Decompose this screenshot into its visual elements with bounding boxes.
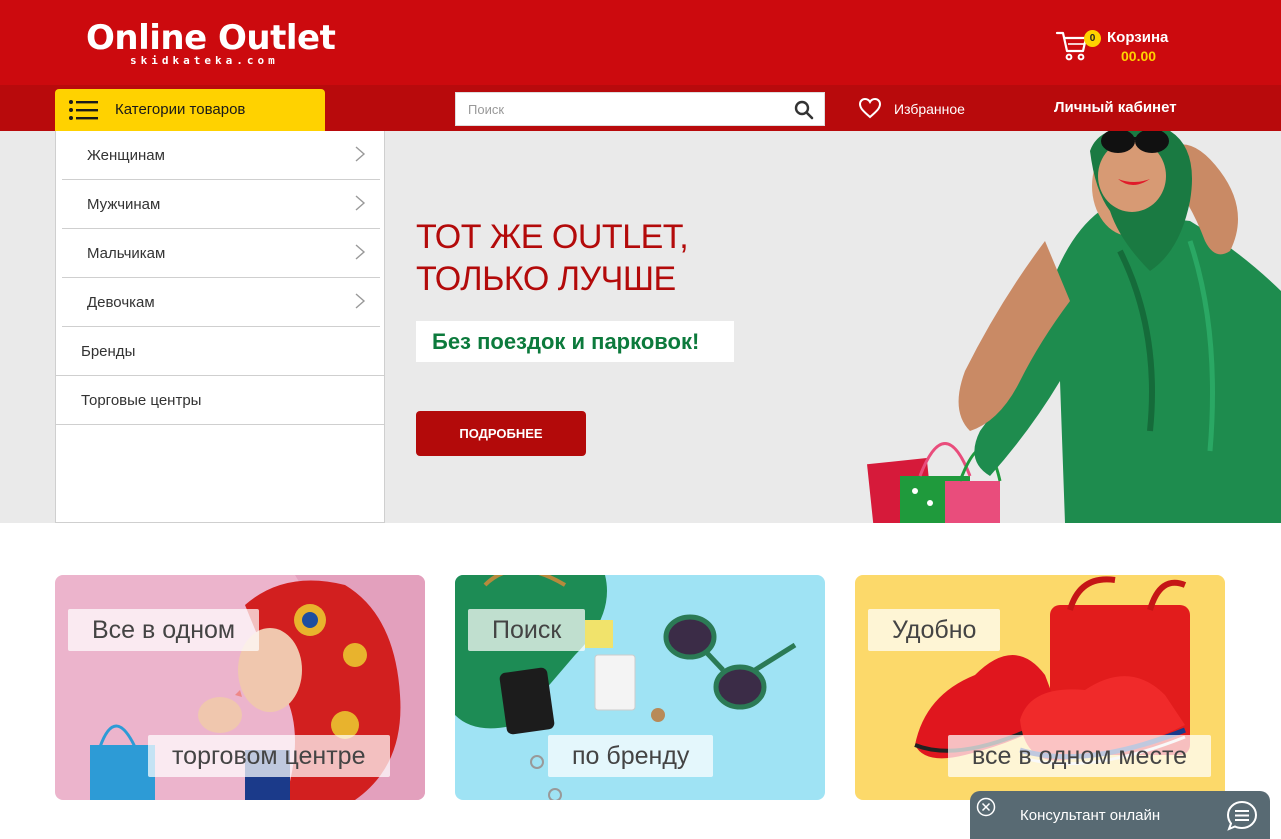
categories-button[interactable]: Категории товаров: [55, 89, 325, 131]
promo-tag-bottom: по бренду: [548, 735, 714, 777]
logo[interactable]: Online Outlet skidkateka.com: [86, 18, 336, 67]
chevron-right-icon: [355, 293, 366, 309]
hero-title-line1: ТОТ ЖЕ OUTLET,: [416, 218, 689, 256]
menu-item-brands[interactable]: Бренды: [56, 327, 384, 376]
menu-item-women[interactable]: Женщинам: [62, 131, 380, 180]
cart-count-badge: 0: [1084, 30, 1101, 47]
search-icon[interactable]: [794, 100, 814, 120]
menu-item-label: Мальчикам: [87, 245, 166, 262]
cart-total: 00.00: [1121, 48, 1157, 64]
chevron-right-icon: [355, 146, 366, 162]
menu-item-label: Девочкам: [87, 294, 155, 311]
promo-tag-top: Удобно: [868, 609, 1001, 651]
menu-item-malls[interactable]: Торговые центры: [56, 376, 384, 425]
promo-card-convenient[interactable]: Удобно все в одном месте: [855, 575, 1225, 800]
logo-title: Online Outlet: [86, 18, 336, 58]
menu-item-men[interactable]: Мужчинам: [62, 180, 380, 229]
menu-burger-icon: [69, 100, 98, 120]
favorites-label: Избранное: [894, 101, 965, 117]
menu-item-label: Женщинам: [87, 147, 165, 164]
promo-tag-top: Все в одном: [68, 609, 260, 651]
account-link[interactable]: Личный кабинет: [1054, 99, 1177, 116]
menu-item-label: Бренды: [81, 343, 136, 360]
heart-icon: [858, 97, 882, 119]
promo-card-brand[interactable]: Поиск по бренду: [455, 575, 825, 800]
consultant-label: Консультант онлайн: [1020, 807, 1161, 824]
close-icon[interactable]: [976, 797, 996, 817]
hero-subtitle: Без поездок и парковок!: [416, 321, 734, 362]
promo-tag-bottom: торговом центре: [148, 735, 390, 777]
hero-title: ТОТ ЖЕ OUTLET, ТОЛЬКО ЛУЧШЕ: [416, 216, 689, 300]
chevron-right-icon: [355, 244, 366, 260]
search-box: [455, 92, 825, 126]
categories-label: Категории товаров: [115, 101, 246, 118]
menu-item-girls[interactable]: Девочкам: [62, 278, 380, 327]
hero-model-image: [867, 131, 1281, 523]
menu-item-label: Торговые центры: [81, 392, 202, 409]
consultant-widget[interactable]: Консультант онлайн: [970, 791, 1270, 839]
more-button[interactable]: ПОДРОБНЕЕ: [416, 411, 586, 456]
category-menu: Женщинам Мужчинам Мальчикам Девочкам Бре…: [55, 131, 385, 523]
header-top: Online Outlet skidkateka.com 0 Корзина 0…: [0, 0, 1281, 85]
menu-item-label: Мужчинам: [87, 196, 161, 213]
cart-button[interactable]: 0 Корзина 00.00: [1055, 26, 1185, 66]
promo-card-mall[interactable]: Все в одном торговом центре: [55, 575, 425, 800]
hero-title-line2: ТОЛЬКО ЛУЧШЕ: [416, 260, 676, 298]
chat-icon: [1226, 800, 1258, 831]
cart-icon: [1055, 31, 1088, 61]
promo-tag-bottom: все в одном месте: [948, 735, 1212, 777]
chevron-right-icon: [355, 195, 366, 211]
cart-label: Корзина: [1107, 29, 1169, 46]
search-input[interactable]: [456, 93, 786, 125]
promo-tag-top: Поиск: [468, 609, 586, 651]
menu-item-boys[interactable]: Мальчикам: [62, 229, 380, 278]
